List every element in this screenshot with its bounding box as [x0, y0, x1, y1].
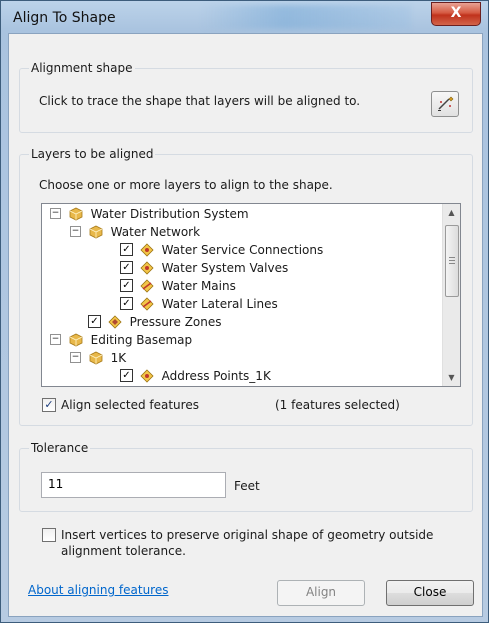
tree-item-water-service-connections[interactable]: ✓ Water Service Connections — [120, 242, 323, 260]
tree-item-water-distribution-system[interactable]: − Water Distribution System — [50, 206, 249, 224]
tree-item-water-network[interactable]: − Water Network — [70, 224, 200, 242]
trace-shape-icon — [438, 96, 454, 111]
tree-item-label: 1K — [110, 350, 127, 365]
layer-checkbox[interactable]: ✓ — [120, 261, 133, 274]
tree-vertical-scrollbar[interactable]: ▲ ▼ — [442, 204, 460, 386]
tree-item-water-mains[interactable]: ✓ Water Mains — [120, 278, 236, 296]
tree-item-pressure-zones[interactable]: ✓ Pressure Zones — [88, 314, 222, 332]
title-bar[interactable]: Align To Shape X — [1, 1, 488, 33]
insert-vertices-checkbox[interactable] — [42, 528, 56, 542]
collapse-icon[interactable]: − — [50, 334, 61, 345]
insert-vertices-label: Insert vertices to preserve original sha… — [61, 527, 433, 559]
tolerance-units: Feet — [234, 479, 260, 493]
tree-item-label: Editing Basemap — [90, 332, 193, 347]
scrollbar-thumb[interactable] — [445, 225, 459, 297]
tolerance-input[interactable] — [42, 473, 218, 495]
scrollbar-grip — [449, 257, 455, 258]
tree-item-label: Water Service Connections — [161, 242, 324, 257]
collapse-icon[interactable]: − — [50, 208, 61, 219]
align-selected-label: Align selected features — [61, 398, 199, 412]
scroll-down-arrow-icon[interactable]: ▼ — [443, 369, 460, 386]
tree-item-label: Water Distribution System — [90, 206, 249, 221]
align-button[interactable]: Align — [277, 580, 365, 606]
insert-vertices-label-line1: Insert vertices to preserve original sha… — [61, 528, 434, 542]
tree-item-label: Pressure Zones — [129, 314, 222, 329]
scroll-up-arrow-icon[interactable]: ▲ — [443, 204, 460, 221]
tree-item-1k[interactable]: − 1K — [70, 350, 126, 368]
layer-checkbox[interactable]: ✓ — [120, 369, 133, 382]
tolerance-field[interactable] — [41, 472, 226, 498]
selected-count-text: (1 features selected) — [275, 398, 400, 412]
point-layer-icon — [140, 260, 154, 275]
close-window-button[interactable]: X — [431, 2, 481, 26]
alignment-shape-instruction: Click to trace the shape that layers wil… — [39, 94, 361, 108]
layer-checkbox[interactable]: ✓ — [88, 315, 101, 328]
scrollbar-grip — [449, 263, 455, 264]
collapse-icon[interactable]: − — [70, 226, 81, 237]
tree-item-label: Water Lateral Lines — [161, 296, 278, 311]
group-layer-icon — [89, 225, 103, 238]
tree-item-label: Water Network — [110, 224, 201, 239]
scrollbar-grip — [449, 260, 455, 261]
close-button[interactable]: Close — [386, 580, 474, 606]
tree-item-water-system-valves[interactable]: ✓ Water System Valves — [120, 260, 288, 278]
layer-checkbox[interactable]: ✓ — [120, 297, 133, 310]
tree-item-water-lateral-lines[interactable]: ✓ Water Lateral Lines — [120, 296, 278, 314]
trace-shape-button[interactable] — [431, 91, 459, 117]
tree-item-label: Water System Valves — [161, 260, 289, 275]
tree-item-label: Address Points_1K — [161, 368, 271, 383]
tolerance-group-label: Tolerance — [29, 441, 91, 455]
alignment-shape-group-label: Alignment shape — [29, 61, 135, 75]
group-layer-icon — [69, 333, 83, 346]
polygon-layer-icon — [108, 314, 122, 329]
layers-instruction: Choose one or more layers to align to th… — [39, 178, 333, 192]
tree-item-editing-basemap[interactable]: − Editing Basemap — [50, 332, 192, 350]
line-layer-icon — [140, 296, 154, 311]
group-layer-icon — [69, 207, 83, 220]
layer-checkbox[interactable]: ✓ — [120, 243, 133, 256]
window-title: Align To Shape — [13, 10, 116, 26]
collapse-icon[interactable]: − — [70, 352, 81, 363]
group-layer-icon — [89, 351, 103, 364]
point-layer-icon — [140, 368, 154, 383]
layer-checkbox[interactable]: ✓ — [120, 279, 133, 292]
about-aligning-features-link[interactable]: About aligning features — [28, 583, 168, 597]
insert-vertices-label-line2: alignment tolerance. — [61, 544, 186, 558]
title-glass-effect — [201, 5, 411, 29]
point-layer-icon — [140, 242, 154, 257]
layers-tree[interactable]: − Water Distribution System − Water Netw… — [41, 203, 461, 387]
tree-item-address-points-1k[interactable]: ✓ Address Points_1K — [120, 368, 271, 386]
line-layer-icon — [140, 278, 154, 293]
align-selected-checkbox[interactable]: ✓ — [42, 398, 56, 412]
layers-group-label: Layers to be aligned — [29, 147, 156, 161]
tree-item-label: Water Mains — [161, 278, 236, 293]
